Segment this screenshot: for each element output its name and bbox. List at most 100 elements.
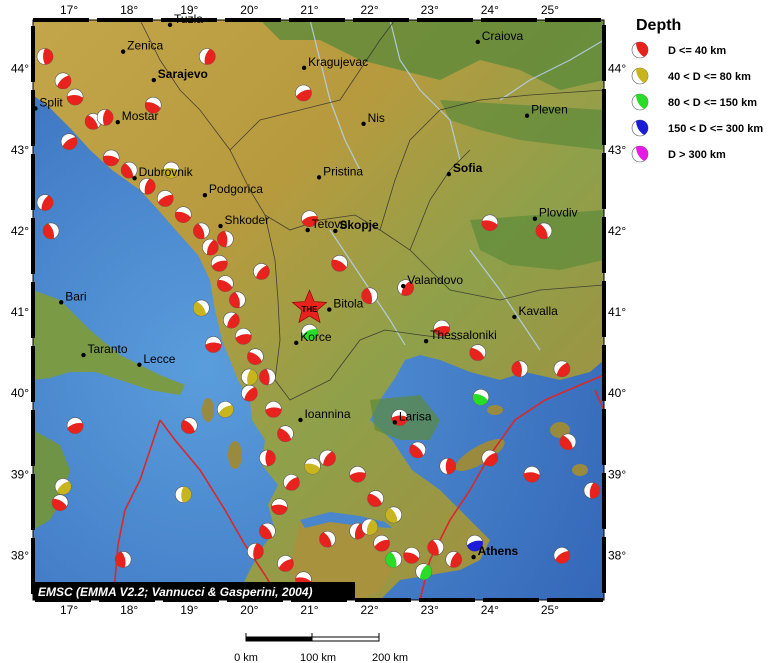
city-dot xyxy=(423,339,429,344)
city-label: Ioannina xyxy=(304,407,350,421)
thasos xyxy=(487,405,503,415)
city-dot xyxy=(532,216,538,221)
city-dot xyxy=(524,113,530,118)
city-label: Thessaloniki xyxy=(430,328,497,342)
lon-tick-bottom-19: 19° xyxy=(180,603,198,617)
legend-label: D > 300 km xyxy=(668,149,726,161)
lat-tick-right-38: 38° xyxy=(608,548,626,562)
city-label: Larisa xyxy=(399,409,432,423)
credit-box: EMSC (EMMA V2.2; Vannucci & Gasperini, 2… xyxy=(33,582,355,600)
city-label: Bitola xyxy=(333,297,363,311)
corfu xyxy=(202,398,214,422)
city-dot xyxy=(333,228,338,234)
city-label: Mostar xyxy=(122,109,159,123)
lon-tick-bottom-17: 17° xyxy=(60,603,78,617)
depth-legend: Depth D <= 40 km 40 < D <= 80 km 80 < D <=… xyxy=(631,17,763,163)
lat-tick-left-39: 39° xyxy=(11,467,29,481)
lon-tick-top-25: 25° xyxy=(541,3,559,17)
city-dot xyxy=(392,420,398,425)
lat-tick-right-43: 43° xyxy=(608,143,626,157)
city-dot xyxy=(115,120,120,125)
legend-label: D <= 40 km xyxy=(668,45,726,57)
city-label: Sarajevo xyxy=(158,67,208,81)
lon-tick-top-18: 18° xyxy=(120,3,138,17)
city-dot xyxy=(120,49,126,54)
city-dot xyxy=(475,39,480,45)
city-label: Podgorica xyxy=(209,182,263,196)
city-dot xyxy=(294,340,299,346)
lon-tick-bottom-24: 24° xyxy=(481,603,499,617)
lon-tick-top-20: 20° xyxy=(240,3,258,17)
city-dot xyxy=(361,121,366,127)
lon-tick-bottom-25: 25° xyxy=(541,603,559,617)
lon-tick-bottom-18: 18° xyxy=(120,603,138,617)
legend-label: 40 < D <= 80 km xyxy=(668,71,751,83)
legend-item: D > 300 km xyxy=(631,145,726,163)
lon-tick-top-21: 21° xyxy=(300,3,318,17)
kefalonia xyxy=(228,441,242,469)
city-label: Pristina xyxy=(323,164,363,178)
city-label: Sofia xyxy=(453,161,483,175)
lon-tick-top-22: 22° xyxy=(361,3,379,17)
chios xyxy=(572,464,588,476)
city-label: Kragujevac xyxy=(308,55,368,69)
scale-label-0: 0 km xyxy=(234,652,258,663)
city-label: Skopje xyxy=(339,218,379,232)
city-label: Zenica xyxy=(127,39,163,53)
city-label: Kavalla xyxy=(518,304,558,318)
lat-tick-right-44: 44° xyxy=(608,62,626,76)
city-dot xyxy=(59,300,64,305)
lat-tick-right-41: 41° xyxy=(608,305,626,319)
city-label: Korce xyxy=(300,330,332,344)
station-label: THE xyxy=(301,305,318,314)
city-dot xyxy=(81,352,86,358)
scale-label-200: 200 km xyxy=(372,652,408,663)
legend-label: 150 < D <= 300 km xyxy=(668,123,763,135)
credit-text: EMSC (EMMA V2.2; Vannucci & Gasperini, 2… xyxy=(38,585,313,599)
city-dot xyxy=(305,227,310,233)
city-label: Craiova xyxy=(482,29,524,43)
lon-tick-top-23: 23° xyxy=(421,3,439,17)
city-dot xyxy=(33,106,38,111)
city-label: Plovdiv xyxy=(539,206,578,220)
city-dot xyxy=(202,193,208,198)
city-label: Shkoder xyxy=(225,213,270,227)
scale-label-100: 100 km xyxy=(300,652,336,663)
lat-tick-left-43: 43° xyxy=(11,143,29,157)
lat-tick-left-41: 41° xyxy=(11,305,29,319)
legend-item: 80 < D <= 150 km xyxy=(631,93,757,111)
city-dot xyxy=(132,175,137,181)
city-dot xyxy=(401,283,406,289)
lon-tick-bottom-20: 20° xyxy=(240,603,258,617)
lat-tick-right-42: 42° xyxy=(608,224,626,238)
lat-tick-left-42: 42° xyxy=(11,224,29,238)
lon-tick-bottom-22: 22° xyxy=(361,603,379,617)
lat-tick-right-39: 39° xyxy=(608,467,626,481)
lon-tick-top-17: 17° xyxy=(60,3,78,17)
city-dot xyxy=(446,171,452,177)
city-label: Tuzla xyxy=(174,12,203,26)
city-label: Split xyxy=(39,95,63,109)
city-label: Dubrovnik xyxy=(139,165,194,179)
city-dot xyxy=(327,307,332,312)
legend-item: 150 < D <= 300 km xyxy=(631,119,763,137)
legend-label: 80 < D <= 150 km xyxy=(668,97,757,109)
city-dot xyxy=(301,65,307,71)
city-label: Valandovo xyxy=(407,273,463,287)
city-label: Nis xyxy=(368,111,385,125)
city-dot xyxy=(218,223,223,229)
lat-tick-right-40: 40° xyxy=(608,386,626,400)
city-dot xyxy=(167,22,173,28)
lon-tick-top-24: 24° xyxy=(481,3,499,17)
city-dot xyxy=(151,77,157,83)
city-label: Bari xyxy=(65,289,86,303)
scale-bar: 0 km 100 km 200 km xyxy=(234,633,408,663)
legend-title: Depth xyxy=(636,17,681,34)
city-dot xyxy=(298,417,303,423)
legend-item: D <= 40 km xyxy=(631,41,726,59)
lat-tick-left-38: 38° xyxy=(11,548,29,562)
city-dot xyxy=(316,175,322,180)
legend-item: 40 < D <= 80 km xyxy=(631,67,751,85)
city-label: Lecce xyxy=(143,352,175,366)
city-dot xyxy=(137,362,142,367)
